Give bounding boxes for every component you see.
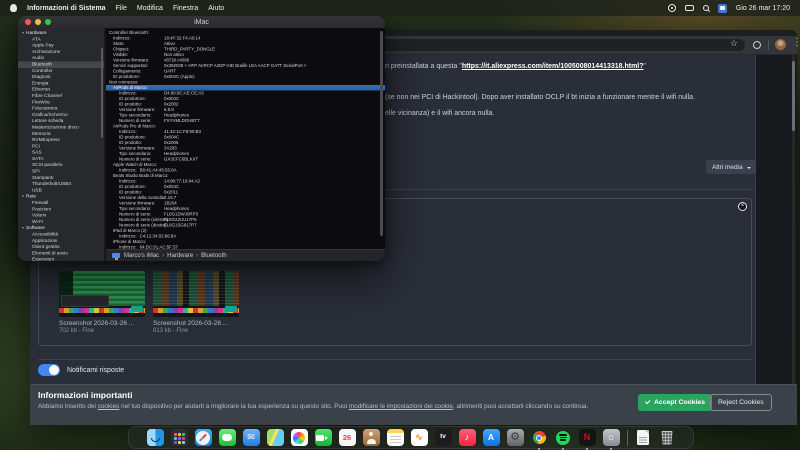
close-window-button[interactable] bbox=[25, 19, 31, 25]
cookie-banner: Informazioni importanti Abbiamo inserito… bbox=[30, 384, 797, 425]
reject-cookies-button[interactable]: Reject Cookies bbox=[710, 394, 772, 411]
dock-music-icon[interactable]: ♪ bbox=[459, 429, 476, 446]
attachment-filename[interactable]: Screenshot 2026-03-26 ... bbox=[59, 320, 145, 327]
content-right-rail bbox=[755, 55, 797, 384]
attachment-thumbnail[interactable] bbox=[153, 271, 239, 317]
breadcrumb-item: Bluetooth bbox=[201, 253, 226, 259]
scrollbar-thumb[interactable] bbox=[792, 61, 795, 131]
dock-photos-icon[interactable] bbox=[291, 429, 308, 446]
dock-messages-icon[interactable] bbox=[219, 429, 236, 446]
dock-chrome-icon[interactable] bbox=[531, 429, 548, 446]
dock-spotify-icon[interactable] bbox=[555, 429, 572, 446]
dock-app-store-icon[interactable]: A bbox=[483, 429, 500, 446]
extension-icon[interactable] bbox=[753, 41, 761, 49]
post-text-fragment: elle vicinanza) e il wifi ancora nulla. bbox=[385, 110, 494, 117]
close-icon[interactable]: × bbox=[738, 202, 747, 211]
dock-finder-icon[interactable] bbox=[147, 429, 164, 446]
dock-contacts-icon[interactable] bbox=[363, 429, 380, 446]
cookie-settings-link[interactable]: modificare le impostazioni dei cookie bbox=[349, 403, 453, 410]
dock-divider bbox=[627, 430, 628, 446]
attachment-thumbnail[interactable] bbox=[59, 271, 145, 317]
attachment-meta: 813 kb - Fine bbox=[153, 328, 239, 334]
cookies-link[interactable]: cookies bbox=[98, 403, 120, 410]
dock-maps-icon[interactable] bbox=[267, 429, 284, 446]
sysinfo-status-bar: Marco's iMac›Hardware›Bluetooth bbox=[106, 249, 385, 261]
notify-toggle[interactable] bbox=[38, 364, 60, 376]
attachment-meta: 702 kb - Fine bbox=[59, 328, 145, 334]
dock-safari-icon[interactable] bbox=[195, 429, 212, 446]
dock: ✉ 26 ∿ tv ♪ A ⚙ N ⌂ bbox=[128, 426, 694, 449]
breadcrumb: Marco's iMac›Hardware›Bluetooth bbox=[124, 253, 227, 259]
window-title-bar[interactable]: iMac bbox=[18, 16, 385, 28]
sidebar-item-estensioni[interactable]: Estensioni bbox=[18, 257, 105, 261]
dock-netflix-icon[interactable]: N bbox=[579, 429, 596, 446]
browser-menu-icon[interactable]: ⋮ bbox=[792, 37, 800, 48]
menu-bar: Informazioni di Sistema File Modifica Fine… bbox=[0, 0, 800, 16]
profile-avatar[interactable] bbox=[775, 39, 786, 50]
bluetooth-info-pane: Controller Bluetooth:Indirizzo:18:4F:32:… bbox=[106, 28, 385, 249]
notify-label: Notificami risposte bbox=[67, 367, 124, 374]
chevron-down-icon: ▾ bbox=[22, 194, 24, 200]
system-information-window: iMac ▾HardwareATAApple PayArchiviazioneA… bbox=[18, 16, 385, 261]
attachment-filename[interactable]: Screenshot 2026-03-26 ... bbox=[153, 320, 239, 327]
dock-apple-tv-icon[interactable]: tv bbox=[435, 429, 452, 446]
dock-facetime-icon[interactable] bbox=[315, 429, 332, 446]
window-title: iMac bbox=[18, 19, 385, 26]
thumbnail-badge bbox=[225, 306, 237, 312]
aliexpress-link[interactable]: https://it.aliexpress.com/item/100500801… bbox=[462, 63, 644, 70]
divider bbox=[38, 359, 753, 360]
menu-modifica[interactable]: Modifica bbox=[137, 5, 163, 12]
dock-trash-icon[interactable] bbox=[659, 429, 676, 446]
toolbar-divider bbox=[768, 40, 769, 50]
sidebar-scrollbar[interactable] bbox=[101, 48, 104, 138]
mac-icon bbox=[112, 253, 120, 258]
apple-menu-icon[interactable] bbox=[10, 4, 17, 12]
menu-finestra[interactable]: Finestra bbox=[173, 5, 198, 12]
dock-calendar-icon[interactable]: 26 bbox=[339, 429, 356, 446]
attachment-card[interactable]: Screenshot 2026-03-26 ... 813 kb - Fine bbox=[153, 271, 239, 334]
menu-aiuto[interactable]: Aiuto bbox=[208, 5, 224, 12]
breadcrumb-item: Hardware bbox=[167, 253, 193, 259]
display-icon[interactable] bbox=[685, 5, 694, 11]
menu-app-name[interactable]: Informazioni di Sistema bbox=[27, 5, 106, 12]
chevron-down-icon: ▾ bbox=[22, 225, 24, 231]
info-scrollbar[interactable] bbox=[380, 31, 383, 236]
post-text-fragment: ri preinstallata a questa "https://it.al… bbox=[385, 63, 646, 70]
menu-file[interactable]: File bbox=[116, 5, 127, 12]
minimize-window-button[interactable] bbox=[35, 19, 41, 25]
dock-notes-icon[interactable] bbox=[387, 429, 404, 446]
chevron-down-icon: ▾ bbox=[22, 30, 24, 36]
attachment-list: Screenshot 2026-03-26 ... 702 kb - Fine … bbox=[59, 271, 239, 334]
running-indicator bbox=[610, 448, 612, 450]
zoom-window-button[interactable] bbox=[45, 19, 51, 25]
altri-media-button[interactable]: Altri media bbox=[706, 160, 757, 174]
accept-cookies-button[interactable]: Accept Cookies bbox=[638, 394, 712, 411]
thumbnail-badge bbox=[131, 306, 143, 312]
browser-scrollbar[interactable] bbox=[792, 55, 795, 425]
running-indicator bbox=[586, 448, 588, 450]
sysinfo-sidebar: ▾HardwareATAApple PayArchiviazioneAudioB… bbox=[18, 28, 105, 261]
breadcrumb-item: Marco's iMac bbox=[124, 253, 159, 259]
screen-record-icon[interactable] bbox=[668, 4, 676, 12]
dock-utilities-icon[interactable]: ⌂ bbox=[603, 429, 620, 446]
spotlight-search-icon[interactable] bbox=[703, 5, 709, 11]
running-indicator bbox=[538, 448, 540, 450]
dock-mail-icon[interactable]: ✉ bbox=[243, 429, 260, 446]
dock-document-icon[interactable] bbox=[635, 429, 652, 446]
dock-settings-icon[interactable]: ⚙ bbox=[507, 429, 524, 446]
notify-row: Notificami risposte bbox=[38, 364, 124, 376]
bookmark-star-icon[interactable]: ☆ bbox=[730, 38, 738, 49]
input-source-icon[interactable] bbox=[718, 4, 727, 13]
check-icon bbox=[645, 399, 650, 404]
post-text-fragment: (se non nei PCI di Hackintool). Dopo ave… bbox=[385, 94, 695, 101]
dock-launchpad-icon[interactable] bbox=[171, 429, 188, 446]
attachment-card[interactable]: Screenshot 2026-03-26 ... 702 kb - Fine bbox=[59, 271, 145, 334]
running-indicator bbox=[562, 448, 564, 450]
menu-bar-clock[interactable]: Gio 26 mar 17:20 bbox=[736, 5, 790, 12]
dock-waveform-icon[interactable]: ∿ bbox=[411, 429, 428, 446]
caret-down-icon bbox=[747, 167, 751, 171]
desktop: Informazioni di Sistema File Modifica Fine… bbox=[0, 0, 800, 450]
toggle-knob bbox=[49, 365, 59, 375]
